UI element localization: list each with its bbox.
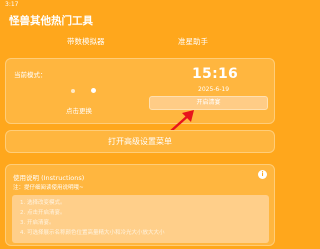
app-title: 怪兽其他热门工具	[9, 15, 93, 27]
instructions-card: 使用说明 (Instructions) i 注：提仔细阅读使用说明哦~ 1. 选…	[5, 164, 275, 246]
instructions-steps: 1. 选择改变模式。 2. 点击开启清宴。 3. 开启清宴。 4. 可选择展示名…	[20, 198, 165, 238]
instructions-note: 注：提仔细阅读使用说明哦~	[13, 185, 84, 191]
status-bar: 3:17	[0, 0, 281, 9]
list-item: 3. 开启清宴。	[20, 220, 55, 226]
advanced-settings-button[interactable]: 打开高级设置菜单	[5, 130, 275, 153]
mode-indicator[interactable]	[62, 87, 102, 95]
info-icon[interactable]: i	[258, 170, 267, 179]
mode-dot-active-icon	[91, 88, 96, 93]
tab-count-simulator[interactable]: 带数模拟器	[67, 36, 105, 47]
list-item: 2. 点击开启清宴。	[20, 210, 66, 216]
mode-dot-icon	[71, 89, 75, 93]
instructions-box: 1. 选择改变模式。 2. 点击开启清宴。 3. 开启清宴。 4. 可选择展示名…	[12, 195, 269, 243]
clock-date: 2025-6-19	[198, 86, 230, 93]
tab-bar: 带数模拟器 准星助手	[0, 36, 281, 50]
start-button[interactable]: 开启清宴	[149, 96, 268, 110]
mode-switch-button[interactable]: 点击更换	[66, 105, 92, 115]
status-time: 3:17	[5, 1, 19, 8]
instructions-title: 使用说明 (Instructions)	[13, 174, 85, 182]
mode-card: 当前模式： 点击更换 15:16 2025-6-19 开启清宴	[5, 58, 275, 124]
mode-label: 当前模式：	[14, 71, 47, 79]
tab-crosshair-helper[interactable]: 准星助手	[178, 36, 208, 47]
list-item: 1. 选择改变模式。	[20, 200, 66, 206]
list-item: 4. 可选择展示名称颜色位置高量精大小和冷光大小放大大小	[20, 230, 165, 236]
clock-time: 15:16	[192, 66, 239, 82]
